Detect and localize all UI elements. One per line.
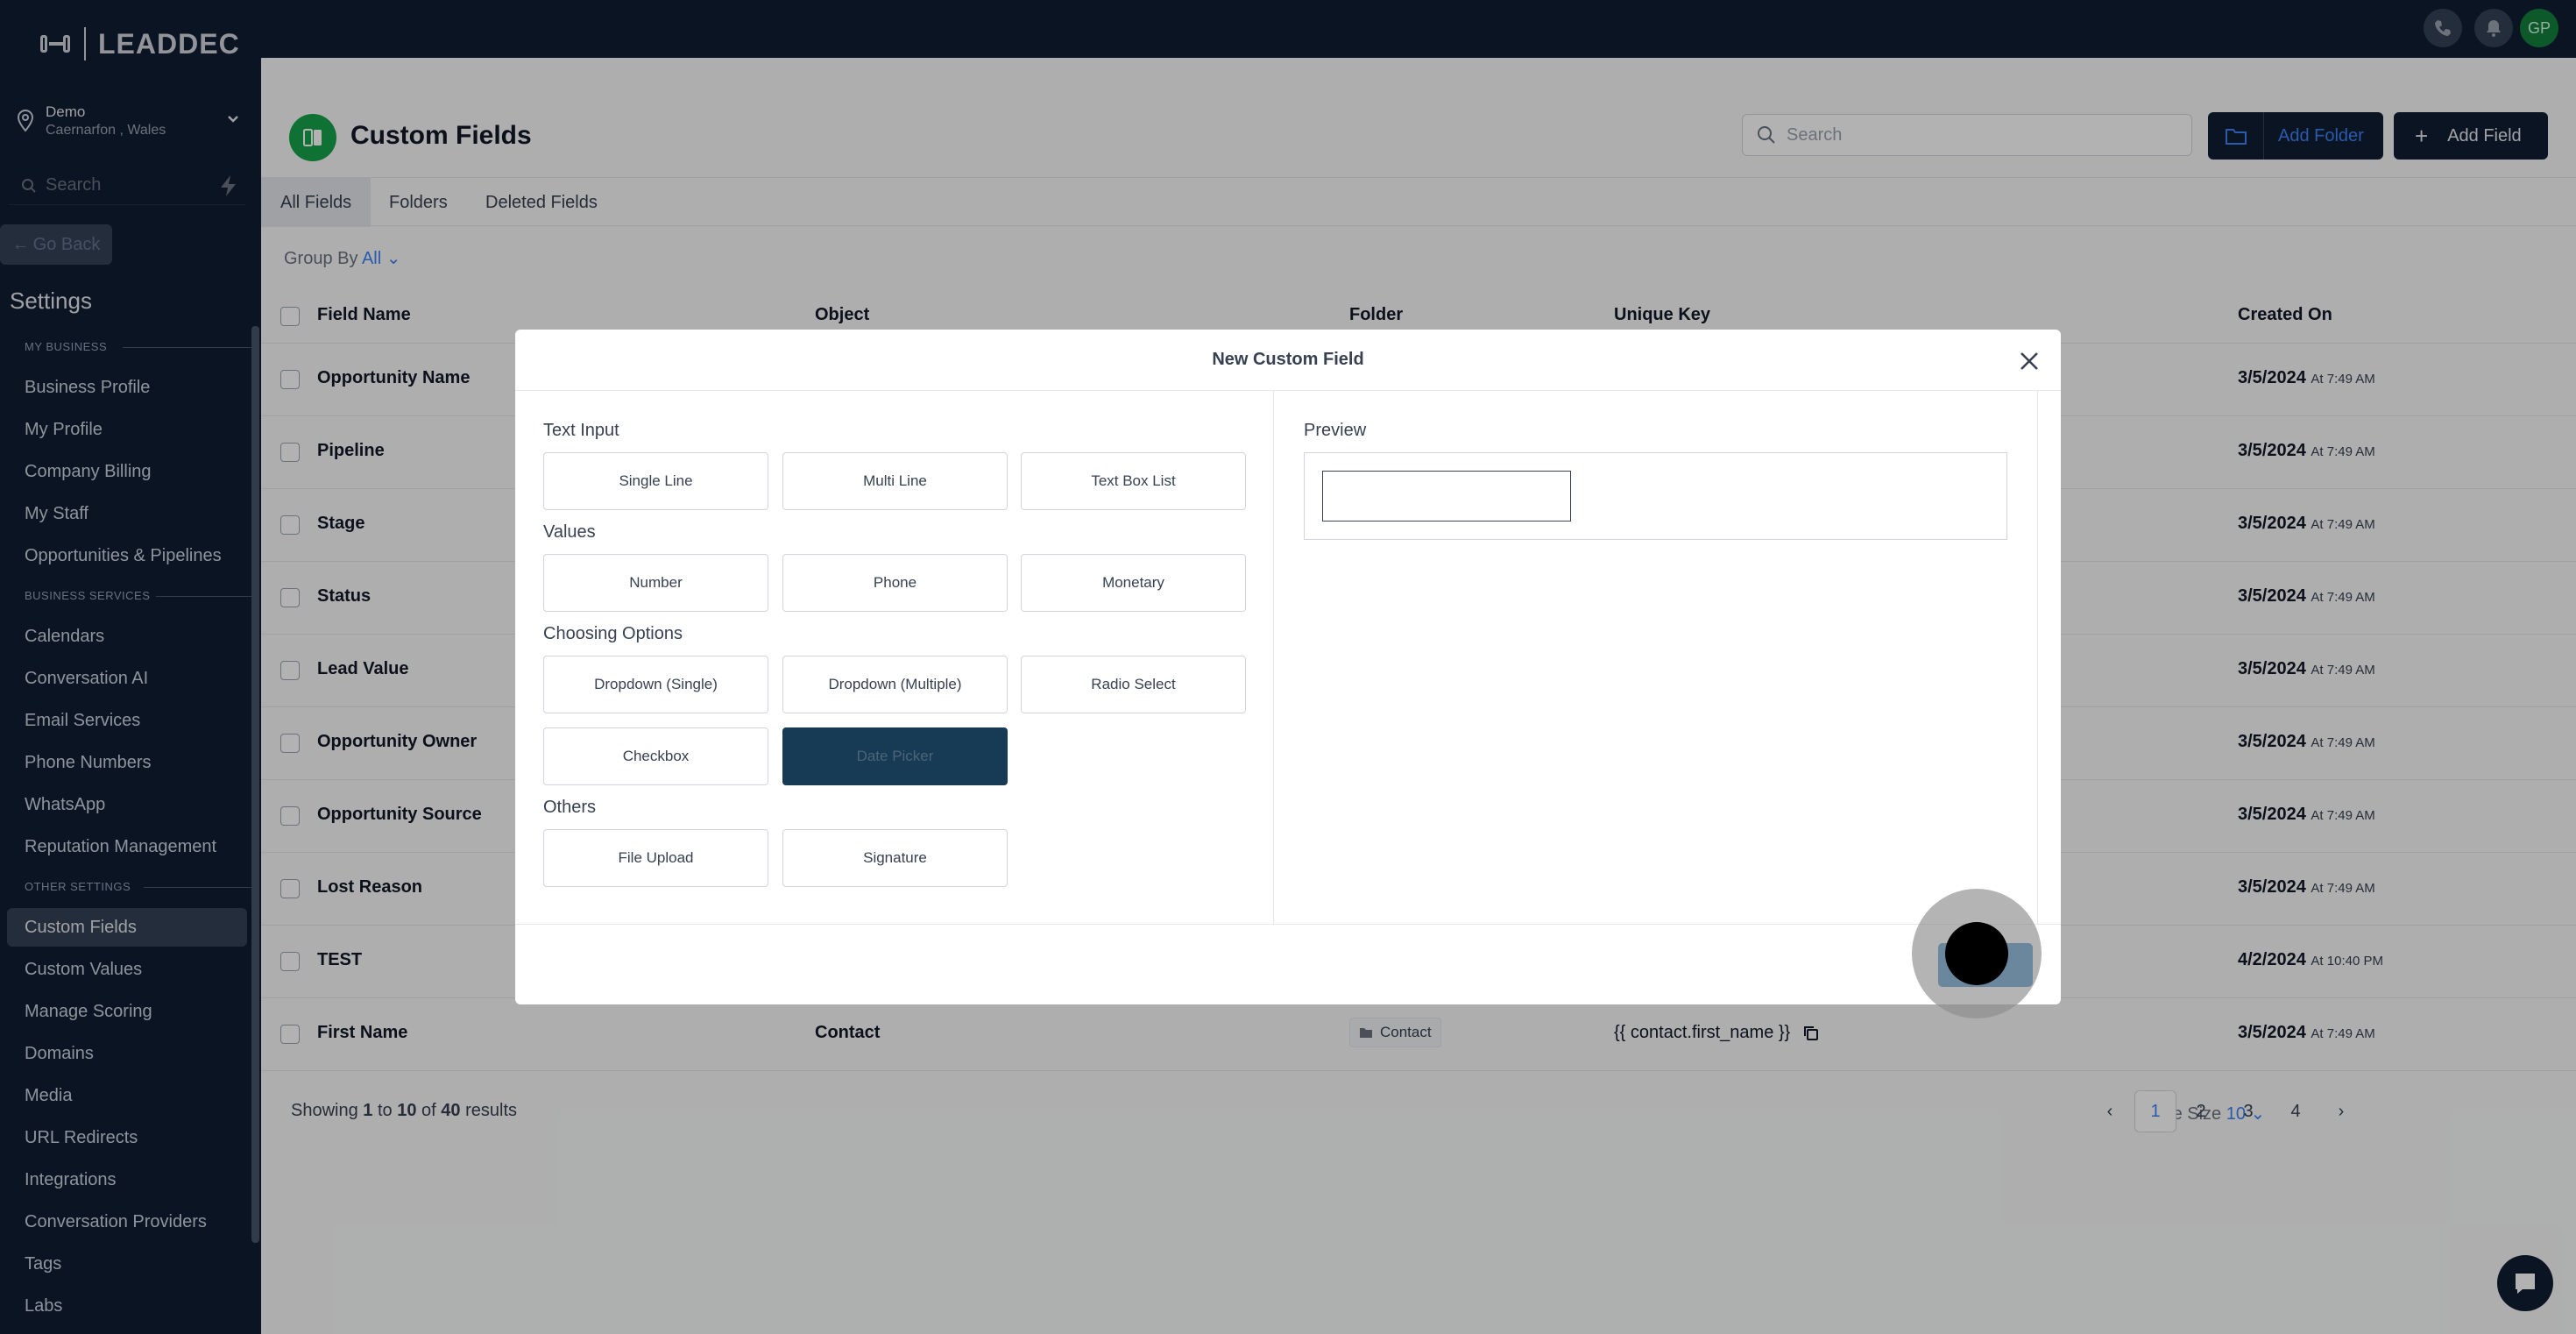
option-phone[interactable]: Phone	[782, 554, 1008, 612]
option-radio-select[interactable]: Radio Select	[1021, 656, 1246, 713]
modal-title: New Custom Field	[515, 330, 2061, 391]
close-icon[interactable]	[2017, 349, 2042, 373]
option-file-upload[interactable]: File Upload	[543, 829, 768, 887]
group-values: Values	[543, 522, 596, 542]
preview-input[interactable]	[1322, 471, 1571, 522]
option-monetary[interactable]: Monetary	[1021, 554, 1246, 612]
preview-pane: Preview	[1274, 391, 2038, 924]
option-checkbox[interactable]: Checkbox	[543, 727, 768, 785]
option-text-box-list[interactable]: Text Box List	[1021, 452, 1246, 510]
option-dropdown-multiple[interactable]: Dropdown (Multiple)	[782, 656, 1008, 713]
option-single-line[interactable]: Single Line	[543, 452, 768, 510]
preview-box	[1304, 452, 2007, 540]
group-text-input: Text Input	[543, 421, 619, 440]
modal-footer-divider	[515, 924, 2061, 925]
group-choosing-options: Choosing Options	[543, 624, 683, 643]
option-dropdown-single[interactable]: Dropdown (Single)	[543, 656, 768, 713]
option-date-picker[interactable]: Date Picker	[782, 727, 1008, 785]
option-number[interactable]: Number	[543, 554, 768, 612]
option-multi-line[interactable]: Multi Line	[782, 452, 1008, 510]
preview-label: Preview	[1304, 421, 1367, 440]
field-type-list: Text Input Single Line Multi Line Text B…	[515, 391, 1274, 924]
group-others: Others	[543, 798, 597, 817]
new-custom-field-modal: New Custom Field Text Input Single Line …	[515, 330, 2061, 1004]
cursor-pointer	[1945, 922, 2008, 985]
option-signature[interactable]: Signature	[782, 829, 1008, 887]
